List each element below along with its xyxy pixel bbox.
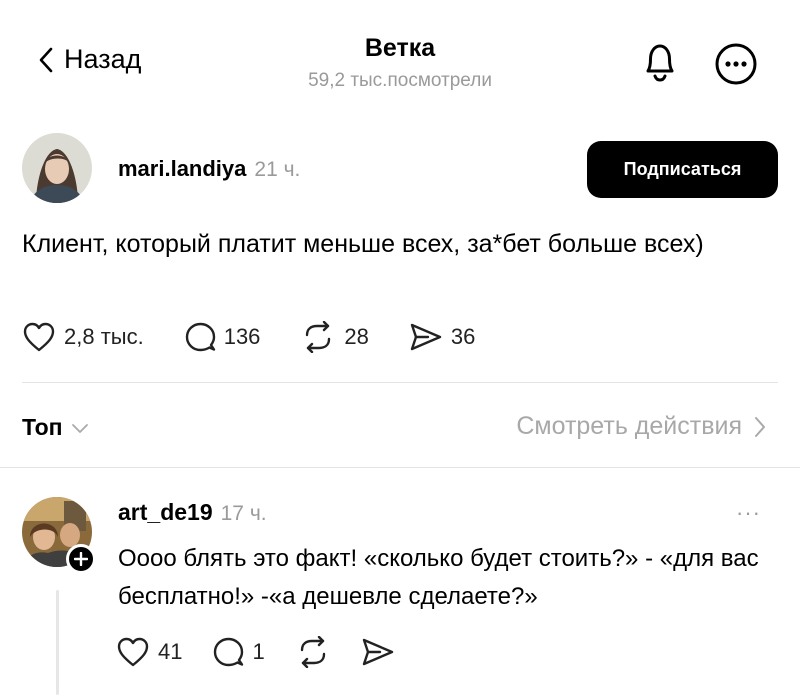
share-button[interactable]: 36 — [409, 321, 475, 353]
chevron-down-icon — [71, 423, 88, 433]
comment-icon — [214, 637, 244, 667]
repost-icon — [300, 636, 325, 668]
like-count: 2,8 тыс. — [64, 324, 144, 349]
chevron-right-icon — [755, 416, 765, 437]
post-actions: 2,8 тыс. 136 28 36 — [22, 321, 515, 353]
divider — [22, 382, 778, 383]
reply-comment-button[interactable]: 1 — [212, 636, 265, 668]
divider — [0, 467, 800, 468]
sort-dropdown[interactable]: Топ — [22, 414, 89, 441]
repost-button[interactable]: 28 — [300, 321, 369, 353]
reply-like-count: 41 — [158, 639, 183, 664]
heart-icon — [117, 637, 149, 667]
bell-icon — [646, 44, 674, 82]
author-row: mari.landiya 21 ч. — [118, 156, 300, 182]
follow-plus-button[interactable] — [66, 544, 96, 574]
reply-repost-button[interactable] — [295, 636, 331, 668]
send-icon — [362, 638, 393, 666]
repost-count: 28 — [344, 324, 369, 349]
reply-author-row: art_de19 17 ч. — [118, 499, 267, 526]
post-time: 21 ч. — [254, 158, 301, 181]
thread-line — [56, 590, 59, 695]
view-activity-link[interactable]: Смотреть действия — [516, 412, 766, 441]
reply-comment-count: 1 — [252, 639, 265, 664]
author-avatar[interactable] — [22, 133, 92, 203]
comment-count: 136 — [223, 324, 261, 349]
activity-label: Смотреть действия — [516, 412, 742, 440]
reply-share-button[interactable] — [361, 636, 395, 668]
author-name[interactable]: mari.landiya — [118, 156, 246, 182]
send-icon — [410, 323, 442, 351]
reply-time: 17 ч. — [220, 502, 267, 525]
comment-icon — [185, 322, 215, 352]
heart-icon — [23, 322, 55, 352]
comment-button[interactable]: 136 — [184, 321, 261, 353]
reply-author-name[interactable]: art_de19 — [118, 499, 213, 526]
reply-like-button[interactable]: 41 — [116, 636, 182, 668]
post-text: Клиент, который платит меньше всех, за*б… — [22, 230, 704, 258]
share-count: 36 — [450, 324, 476, 349]
more-circle-icon — [715, 43, 757, 85]
like-button[interactable]: 2,8 тыс. — [22, 321, 144, 353]
follow-button[interactable]: Подписаться — [587, 141, 778, 198]
sort-label: Топ — [22, 414, 63, 440]
reply-more-button[interactable]: ··· — [736, 500, 761, 526]
repost-icon — [306, 321, 331, 353]
notifications-button[interactable] — [636, 40, 684, 84]
more-options-button[interactable] — [714, 42, 758, 86]
reply-actions: 41 1 — [116, 636, 425, 668]
reply-text: Оооо блять это факт! «сколько будет стои… — [118, 545, 759, 610]
plus-icon — [74, 552, 88, 566]
